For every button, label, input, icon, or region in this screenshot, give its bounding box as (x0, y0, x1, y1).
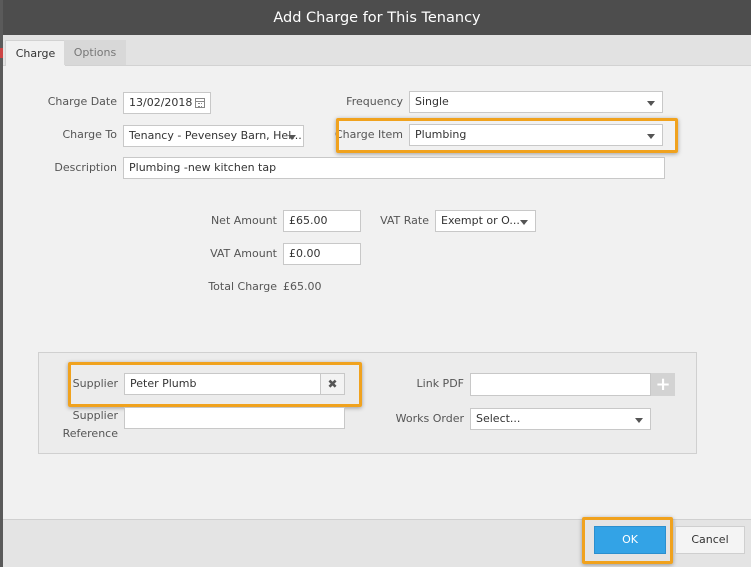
chevron-down-icon (520, 220, 528, 225)
supplier-reference-input[interactable] (124, 407, 345, 429)
chevron-down-icon (647, 101, 655, 106)
supplier-reference-label-line2: Reference (62, 427, 118, 440)
chevron-down-icon (635, 418, 643, 423)
ok-button-highlight (582, 517, 673, 564)
net-amount-label: Net Amount (210, 214, 277, 227)
frequency-select[interactable]: Single (409, 91, 663, 113)
tab-bar: Charge Options (3, 35, 751, 66)
description-value: Plumbing -new kitchen tap (129, 161, 277, 174)
frequency-label: Frequency (346, 95, 403, 108)
link-pdf-label: Link PDF (416, 377, 464, 390)
charge-to-value: Tenancy - Pevensey Barn, Hel... (129, 129, 302, 142)
works-order-label: Works Order (395, 412, 464, 425)
description-input[interactable]: Plumbing -new kitchen tap (123, 157, 665, 179)
charge-to-label: Charge To (62, 128, 117, 141)
vat-amount-input[interactable]: £0.00 (283, 243, 361, 265)
works-order-select[interactable]: Select... (470, 408, 651, 430)
add-charge-dialog: Add Charge for This Tenancy Charge Optio… (3, 0, 751, 567)
cancel-button-label: Cancel (691, 533, 729, 546)
dialog-titlebar: Add Charge for This Tenancy (3, 0, 751, 35)
tab-options[interactable]: Options (64, 40, 126, 65)
link-pdf-input[interactable] (470, 373, 651, 396)
charge-to-select[interactable]: Tenancy - Pevensey Barn, Hel... (123, 125, 304, 147)
vat-rate-select[interactable]: Exempt or O... (435, 210, 536, 232)
description-label: Description (54, 161, 117, 174)
plus-icon: + (655, 374, 671, 395)
frequency-value: Single (415, 95, 449, 108)
vat-amount-value: £0.00 (289, 247, 321, 260)
charge-date-value: 13/02/2018 (129, 96, 193, 109)
supplier-reference-label-line1: Supplier (72, 409, 118, 422)
tab-charge[interactable]: Charge (5, 40, 66, 66)
total-charge-value: £65.00 (283, 280, 322, 293)
charge-date-field[interactable]: 13/02/2018 (123, 92, 211, 114)
supplier-highlight (68, 362, 362, 407)
vat-rate-label: VAT Rate (380, 214, 429, 227)
net-amount-input[interactable]: £65.00 (283, 210, 361, 232)
charge-item-highlight (336, 118, 678, 153)
dialog-title: Add Charge for This Tenancy (273, 9, 481, 26)
supplier-reference-label: Supplier Reference (43, 407, 118, 443)
total-charge-label: Total Charge (208, 280, 277, 293)
works-order-value: Select... (476, 412, 521, 425)
cancel-button[interactable]: Cancel (675, 526, 745, 554)
vat-amount-label: VAT Amount (210, 247, 277, 260)
add-pdf-button[interactable]: + (651, 373, 675, 396)
vat-rate-value: Exempt or O... (441, 214, 520, 227)
chevron-down-icon (288, 135, 296, 140)
charge-date-label: Charge Date (47, 95, 117, 108)
calendar-icon[interactable] (195, 98, 205, 108)
net-amount-value: £65.00 (289, 214, 328, 227)
